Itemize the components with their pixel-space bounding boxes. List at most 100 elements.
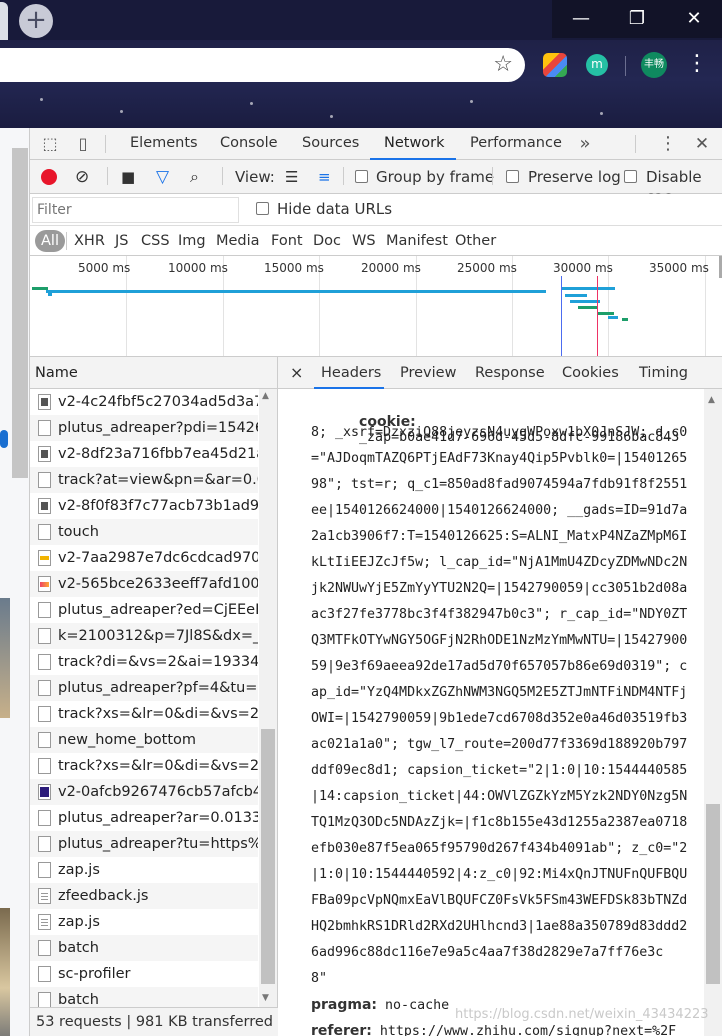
page-scrollbar[interactable] (12, 148, 28, 478)
waterfall-overview-icon[interactable]: ≡ (318, 167, 331, 187)
request-row[interactable]: sc-profiler (30, 961, 258, 987)
dom-content-loaded-marker (561, 276, 562, 356)
bookmark-star-icon[interactable]: ☆ (493, 52, 513, 77)
screenshot-camera-icon[interactable]: ■ (121, 167, 135, 187)
maximize-icon[interactable]: ❐ (608, 0, 666, 38)
request-row[interactable]: plutus_adreaper?tu=https%3A (30, 831, 258, 857)
request-row[interactable]: plutus_adreaper?ed=CjEEeB4v (30, 597, 258, 623)
network-overview-timeline[interactable]: 5000 ms 10000 ms 15000 ms 20000 ms 25000… (30, 256, 722, 357)
document-file-icon (38, 654, 51, 670)
tab-preview[interactable]: Preview (400, 357, 456, 389)
document-file-icon (38, 628, 51, 644)
request-name: plutus_adreaper?pdi=1542611 (58, 420, 258, 436)
request-row[interactable]: new_home_bottom (30, 727, 258, 753)
request-row[interactable]: plutus_adreaper?ar=0.013375. (30, 805, 258, 831)
tab-performance[interactable]: Performance (470, 128, 562, 160)
tab-headers[interactable]: Headers (314, 357, 384, 389)
minimize-icon[interactable]: — (552, 0, 610, 38)
search-icon[interactable]: ⌕ (190, 167, 199, 187)
device-toolbar-icon[interactable]: ▯ (73, 134, 93, 154)
scroll-up-icon[interactable]: ▲ (262, 391, 269, 401)
type-filter-other[interactable]: Other (455, 230, 496, 252)
more-tabs-icon[interactable]: » (575, 134, 595, 154)
filter-icon[interactable]: ▽ (156, 167, 169, 187)
request-name: v2-4c24fbf5c27034ad5d3a779 (58, 394, 258, 410)
request-row[interactable]: plutus_adreaper?pdi=1542611 (30, 415, 258, 441)
type-filter-img[interactable]: Img (178, 230, 206, 252)
extension-m-icon[interactable]: m (586, 54, 608, 76)
type-filter-xhr[interactable]: XHR (74, 230, 105, 252)
request-row[interactable]: batch (30, 935, 258, 961)
request-row[interactable]: plutus_adreaper?pf=4&tu=htt (30, 675, 258, 701)
new-tab-button[interactable]: + (19, 4, 53, 38)
scrollbar-thumb[interactable] (706, 804, 720, 984)
address-bar[interactable]: ☆ (0, 48, 525, 82)
request-row[interactable]: k=2100312&p=7Jl8S&dx=__IP (30, 623, 258, 649)
close-window-icon[interactable]: ✕ (665, 0, 722, 38)
type-filter-js[interactable]: JS (115, 230, 128, 252)
type-filter-ws[interactable]: WS (352, 230, 376, 252)
image-file-icon (38, 550, 51, 566)
browser-menu-icon[interactable]: ⋮ (686, 50, 708, 78)
record-icon[interactable] (41, 169, 57, 185)
extension-colorful-icon[interactable] (543, 53, 567, 77)
filter-input[interactable] (32, 197, 239, 223)
request-row[interactable]: zap.js (30, 909, 258, 935)
tab-timing[interactable]: Timing (639, 357, 688, 389)
type-filter-media[interactable]: Media (216, 230, 260, 252)
close-detail-icon[interactable]: × (290, 357, 303, 389)
request-row[interactable]: track?xs=&lr=0&di=&vs=2&a (30, 753, 258, 779)
scroll-up-icon[interactable]: ▲ (708, 395, 715, 405)
request-row[interactable]: batch (30, 987, 258, 1007)
request-row[interactable]: v2-8f0f83f7c77acb73b1ad9e1f (30, 493, 258, 519)
name-column-header[interactable]: Name (30, 357, 277, 389)
request-row[interactable]: track?di=&vs=2&ai=19334&s (30, 649, 258, 675)
request-row[interactable]: v2-4c24fbf5c27034ad5d3a779 (30, 389, 258, 415)
tab-network[interactable]: Network (370, 128, 456, 160)
request-row[interactable]: v2-565bce2633eeff7afd10048. (30, 571, 258, 597)
group-by-frame-checkbox[interactable] (355, 170, 368, 183)
type-filter-all[interactable]: All (35, 230, 65, 252)
cookie-value-line: 98"; tst=r; q_c1=850ad8fad9074594a7fdb91… (311, 477, 688, 492)
background-star (470, 100, 473, 103)
tab-cookies[interactable]: Cookies (562, 357, 619, 389)
tab-elements[interactable]: Elements (130, 128, 198, 160)
tab-console[interactable]: Console (220, 128, 278, 160)
preserve-log-checkbox[interactable] (506, 170, 519, 183)
referer-key: referer: (311, 1023, 372, 1036)
devtools-menu-icon[interactable]: ⋮ (658, 134, 678, 154)
cookie-value-line: ac021a1a0"; tgw_l7_route=200d77f3369d188… (311, 737, 688, 752)
close-devtools-icon[interactable]: ✕ (692, 134, 712, 154)
request-row[interactable]: track?at=view&pn=&ar=0.00. (30, 467, 258, 493)
profile-avatar[interactable]: 丰畅 (641, 52, 667, 78)
hide-data-urls-checkbox[interactable] (256, 202, 269, 215)
request-row[interactable]: track?xs=&lr=0&di=&vs=2&a (30, 701, 258, 727)
type-filter-css[interactable]: CSS (141, 230, 170, 252)
detail-scrollbar[interactable]: ▲ (704, 389, 722, 1036)
tab-sources[interactable]: Sources (302, 128, 359, 160)
large-rows-icon[interactable]: ☰ (285, 167, 298, 187)
inspect-element-icon[interactable]: ⬚ (40, 134, 60, 154)
request-name: plutus_adreaper?ar=0.013375. (58, 810, 258, 826)
scroll-down-icon[interactable]: ▼ (262, 993, 269, 1003)
type-filter-doc[interactable]: Doc (313, 230, 341, 252)
request-row[interactable]: zap.js (30, 857, 258, 883)
request-row[interactable]: v2-7aa2987e7dc6cdcad9706c5 (30, 545, 258, 571)
request-name: batch (58, 940, 99, 956)
tab-response[interactable]: Response (475, 357, 545, 389)
request-row[interactable]: v2-8df23a716fbb7ea45d21a8c (30, 441, 258, 467)
clear-icon[interactable]: ⊘ (75, 167, 89, 187)
request-row[interactable]: v2-0afcb9267476cb57afcb40c (30, 779, 258, 805)
request-row[interactable]: zfeedback.js (30, 883, 258, 909)
type-filter-manifest[interactable]: Manifest (386, 230, 448, 252)
type-filter-font[interactable]: Font (271, 230, 303, 252)
script-file-icon (38, 888, 51, 904)
request-list-scrollbar[interactable]: ▲ ▼ (259, 389, 277, 1007)
browser-tab-edge[interactable] (0, 2, 8, 40)
watermark-text: https://blog.csdn.net/weixin_43434223 (455, 1007, 709, 1022)
request-detail-pane: × Headers Preview Response Cookies Timin… (278, 357, 722, 1036)
request-row[interactable]: touch (30, 519, 258, 545)
disable-cache-checkbox[interactable] (624, 170, 637, 183)
scrollbar-thumb[interactable] (261, 729, 275, 984)
cookie-value-line: 8; _xsrf=DzxziQ88jeyzsN4uygWPoxw1bX0JnSJ… (311, 425, 688, 440)
